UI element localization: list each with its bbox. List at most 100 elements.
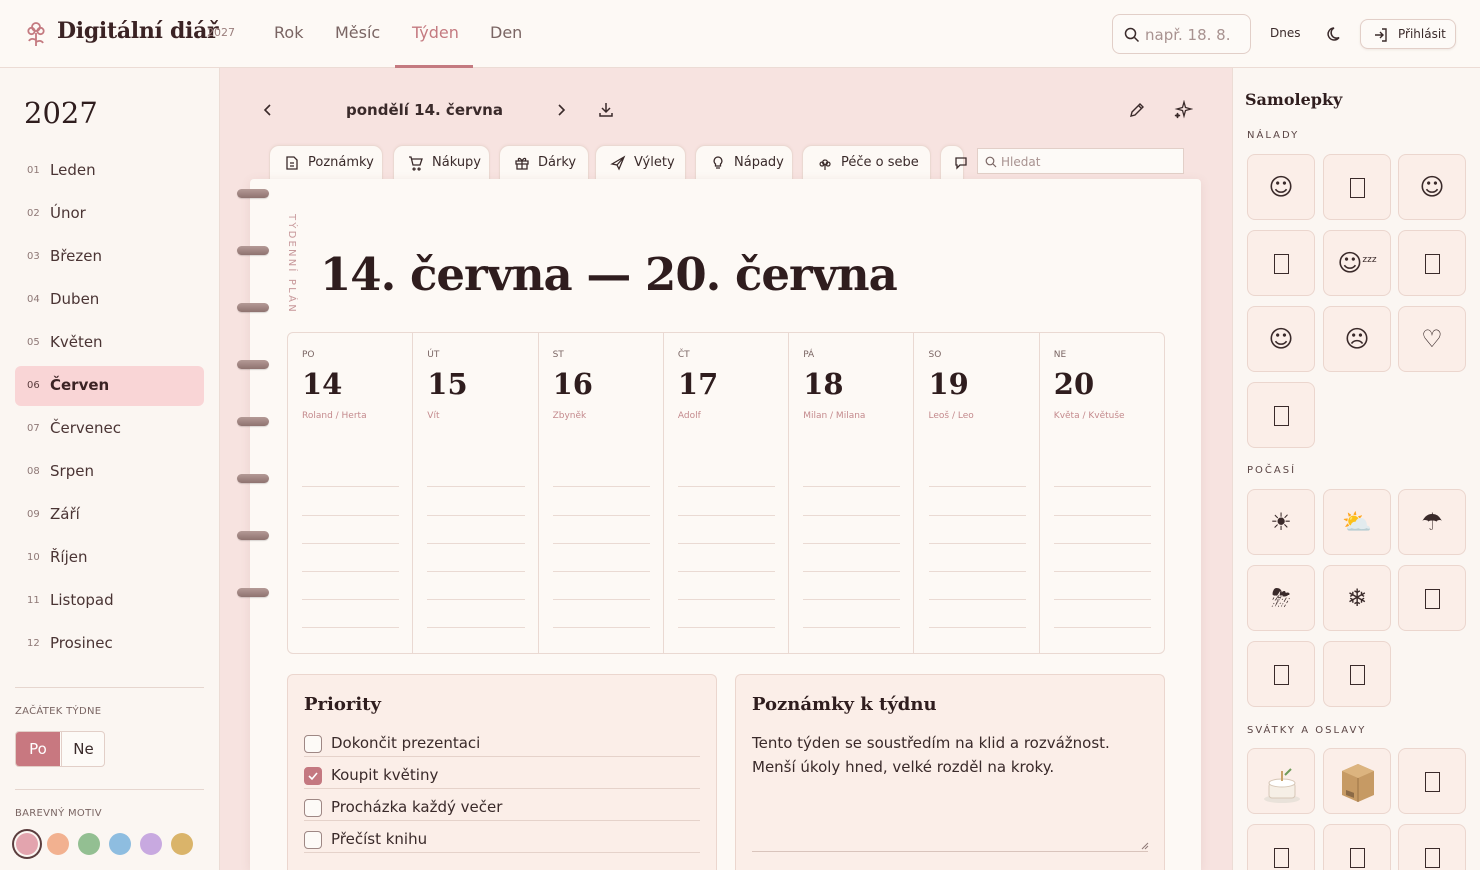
category-tab[interactable]: Dárky [499,145,589,181]
nav-tab-month[interactable]: Měsíc [335,23,380,42]
priority-item: Koupit květiny [304,765,700,789]
priority-text: Procházka každý večer [331,798,503,816]
login-button[interactable]: Přihlásit [1360,19,1456,49]
theme-color-swatch[interactable] [140,833,162,855]
chevron-left-icon[interactable] [262,102,274,118]
nav-tab-week[interactable]: Týden [412,23,459,42]
pencil-icon[interactable] [1128,101,1146,119]
writing-line [1053,627,1152,628]
rain-cloud-sticker[interactable]: ☂ [1398,489,1466,555]
month-name: Březen [50,247,102,265]
grinning-face-sticker[interactable]: ☺ [1247,306,1315,372]
writing-line [677,627,776,628]
sidebar-month-item[interactable]: 11 Listopad [15,581,204,621]
sidebar-month-item[interactable]: 08 Srpen [15,452,204,492]
storm-cloud-sticker[interactable]: ⛈ [1247,565,1315,631]
sleeping-face-icon: ☺zzz [1337,249,1377,277]
writing-line [552,515,650,516]
day-column[interactable]: ÚT 15 Vít [413,333,539,653]
heart-sticker[interactable]: ♡ [1398,306,1466,372]
writing-line [1053,543,1152,544]
writing-line [677,515,776,516]
sidebar-month-item[interactable]: 09 Září [15,495,204,535]
sidebar-month-item[interactable]: 06 Červen [15,366,204,406]
missing-glyph-sticker[interactable] [1247,382,1315,448]
sticker-section-label: NÁLADY [1247,130,1300,141]
sidebar-month-item[interactable]: 02 Únor [15,194,204,234]
category-tab[interactable]: Výlety [595,145,686,181]
day-column[interactable]: SO 19 Leoš / Leo [915,333,1040,653]
sidebar-month-item[interactable]: 12 Prosinec [15,624,204,664]
birthday-cake-icon [1264,768,1300,803]
sidebar-month-item[interactable]: 07 Červenec [15,409,204,449]
writing-line [427,543,525,544]
day-column[interactable]: NE 20 Květa / Květuše [1040,333,1165,653]
theme-color-swatch[interactable] [171,833,193,855]
writing-line [928,486,1026,487]
missing-glyph-sticker[interactable] [1247,230,1315,296]
relieved-face-sticker[interactable]: ☺ [1398,154,1466,220]
theme-color-swatch[interactable] [16,833,38,855]
date-search-input[interactable] [1145,24,1245,46]
week-notes-card: Poznámky k týdnu Tento týden se soustřed… [735,674,1165,870]
priority-checkbox[interactable] [304,767,322,785]
day-column[interactable]: PÁ 18 Milan / Milana [789,333,915,653]
moon-icon[interactable] [1326,25,1344,43]
sidebar-divider [15,789,204,790]
sidebar-month-item[interactable]: 01 Leden [15,151,204,191]
day-column[interactable]: ST 16 Zbyněk [539,333,664,653]
theme-color-swatch[interactable] [47,833,69,855]
sidebar-month-item[interactable]: 10 Říjen [15,538,204,578]
category-tab[interactable]: Nákupy [393,145,490,181]
tab-search-input[interactable] [1001,153,1179,170]
category-tab[interactable]: Nápady [695,145,793,181]
missing-glyph-sticker[interactable] [1323,824,1391,870]
theme-color-swatch[interactable] [78,833,100,855]
missing-glyph-sticker[interactable] [1323,154,1391,220]
download-icon[interactable] [597,101,615,119]
missing-glyph-sticker[interactable] [1323,641,1391,707]
chevron-right-icon[interactable] [555,102,567,118]
day-column[interactable]: ČT 17 Adolf [664,333,790,653]
missing-glyph-icon [1424,848,1440,868]
priority-checkbox[interactable] [304,735,322,753]
top-bar: Digitální diář 2027 Rok Měsíc Týden Den … [0,0,1480,68]
nav-tab-year[interactable]: Rok [274,23,303,42]
notes-underline [752,851,1148,852]
today-button[interactable]: Dnes [1270,26,1300,40]
sidebar-month-item[interactable]: 04 Duben [15,280,204,320]
category-tab[interactable]: Poznámky [269,145,383,181]
sun-behind-cloud-sticker[interactable]: ⛅ [1323,489,1391,555]
missing-glyph-sticker[interactable] [1398,230,1466,296]
search-icon [985,156,997,168]
gift-box-sticker[interactable] [1323,748,1391,814]
missing-glyph-sticker[interactable] [1398,748,1466,814]
theme-color-swatch[interactable] [109,833,131,855]
week-notes-text[interactable]: Tento týden se soustředím na klid a rozv… [752,731,1152,779]
smiling-face-sticker[interactable]: ☺ [1247,154,1315,220]
missing-glyph-sticker[interactable] [1398,565,1466,631]
missing-glyph-sticker[interactable] [1247,641,1315,707]
tab-overflow[interactable] [940,145,967,181]
birthday-cake-sticker[interactable] [1247,748,1315,814]
missing-glyph-sticker[interactable] [1398,824,1466,870]
sparkles-icon[interactable] [1173,100,1193,120]
writing-line [928,627,1026,628]
category-tab[interactable]: Péče o sebe [802,145,931,181]
resize-handle-icon[interactable] [1139,840,1149,850]
nav-tab-day[interactable]: Den [490,23,522,42]
sleeping-face-sticker[interactable]: ☺zzz [1323,230,1391,296]
current-date-label: pondělí 14. června [346,101,503,119]
sidebar-month-item[interactable]: 05 Květen [15,323,204,363]
sidebar-month-item[interactable]: 03 Březen [15,237,204,277]
day-column[interactable]: PO 14 Roland / Herta [288,333,414,653]
disappointed-face-sticker[interactable]: ☹ [1323,306,1391,372]
week-start-monday[interactable]: Po [16,732,60,766]
sun-sticker[interactable]: ☀ [1247,489,1315,555]
priority-checkbox[interactable] [304,799,322,817]
priority-checkbox[interactable] [304,831,322,849]
missing-glyph-sticker[interactable] [1247,824,1315,870]
priorities-title: Priority [304,694,381,715]
snowflake-sticker[interactable]: ❄ [1323,565,1391,631]
week-start-sunday[interactable]: Ne [61,732,104,766]
